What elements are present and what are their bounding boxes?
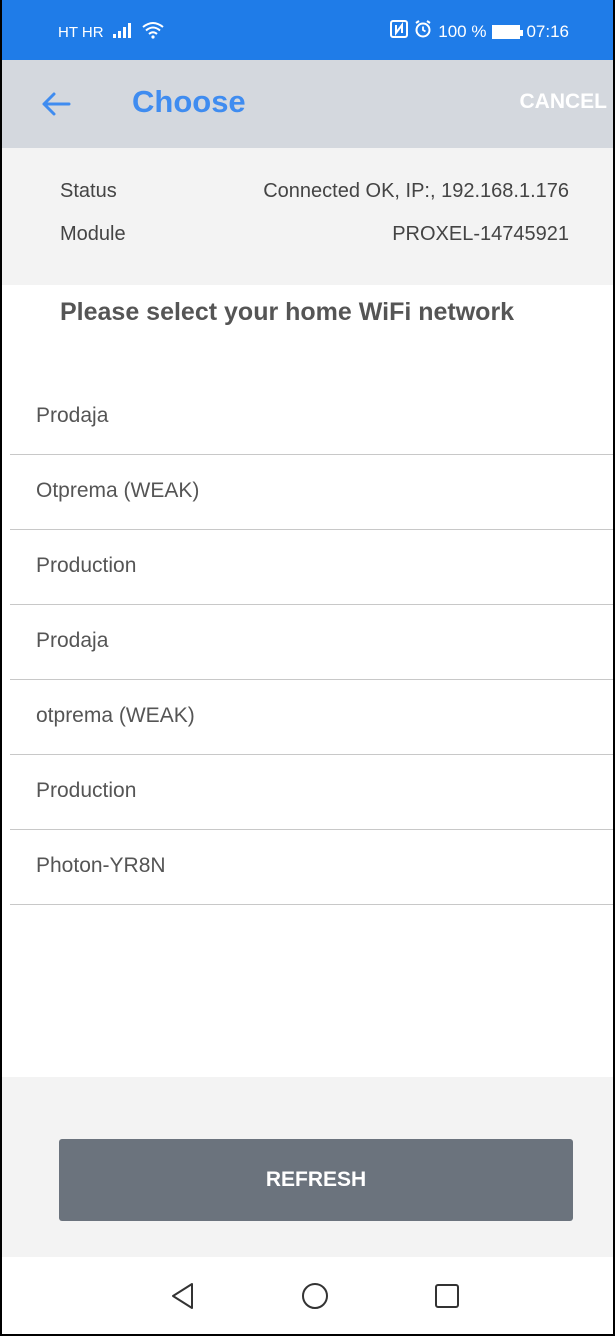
refresh-button[interactable]: REFRESH bbox=[59, 1139, 573, 1221]
wifi-network-list: Prodaja Otprema (WEAK) Production Prodaj… bbox=[10, 380, 613, 905]
module-label: Module bbox=[60, 223, 126, 245]
page-title: Choose bbox=[132, 84, 246, 119]
network-item[interactable]: Prodaja bbox=[10, 380, 613, 455]
carrier-label: HT HR bbox=[58, 23, 104, 41]
network-name: Photon-YR8N bbox=[36, 854, 166, 877]
network-item[interactable]: Otprema (WEAK) bbox=[10, 455, 613, 530]
module-row: Module PROXEL-14745921 bbox=[60, 223, 569, 253]
status-value: Connected OK, IP:, 192.168.1.176 bbox=[263, 180, 569, 202]
screen: HT HR 100 % 07:16 Choose CANCEL Status C… bbox=[0, 0, 615, 1336]
nfc-icon bbox=[390, 20, 409, 43]
home-circle-icon[interactable] bbox=[300, 1281, 330, 1311]
status-label: Status bbox=[60, 180, 117, 202]
select-network-heading: Please select your home WiFi network bbox=[60, 298, 515, 326]
signal-icon bbox=[112, 22, 134, 42]
network-name: Production bbox=[36, 779, 137, 802]
network-name: otprema (WEAK) bbox=[36, 704, 195, 727]
back-arrow-icon[interactable] bbox=[40, 88, 72, 120]
module-value: PROXEL-14745921 bbox=[392, 223, 569, 245]
network-name: Prodaja bbox=[36, 404, 109, 427]
status-bar: HT HR 100 % 07:16 bbox=[2, 0, 613, 60]
cancel-button[interactable]: CANCEL bbox=[520, 90, 608, 114]
status-bar-right: 100 % 07:16 bbox=[390, 20, 569, 43]
app-bar: Choose CANCEL bbox=[2, 60, 613, 148]
network-item[interactable]: Photon-YR8N bbox=[10, 830, 613, 905]
battery-icon bbox=[492, 24, 524, 39]
network-item[interactable]: otprema (WEAK) bbox=[10, 680, 613, 755]
system-navigation-bar bbox=[2, 1257, 613, 1334]
wifi-icon bbox=[141, 21, 164, 43]
recents-square-icon[interactable] bbox=[432, 1281, 462, 1311]
network-name: Production bbox=[36, 554, 137, 577]
connection-info-panel: Status Connected OK, IP:, 192.168.1.176 … bbox=[2, 148, 613, 285]
back-triangle-icon[interactable] bbox=[168, 1281, 198, 1311]
network-name: Otprema (WEAK) bbox=[36, 479, 200, 502]
network-item[interactable]: Production bbox=[10, 530, 613, 605]
network-name: Prodaja bbox=[36, 629, 109, 652]
status-bar-left: HT HR bbox=[58, 21, 164, 43]
network-item[interactable]: Prodaja bbox=[10, 605, 613, 680]
battery-percent: 100 % bbox=[438, 21, 487, 41]
status-row: Status Connected OK, IP:, 192.168.1.176 bbox=[60, 180, 569, 210]
alarm-icon bbox=[414, 20, 432, 43]
network-item[interactable]: Production bbox=[10, 755, 613, 830]
clock: 07:16 bbox=[526, 21, 569, 41]
